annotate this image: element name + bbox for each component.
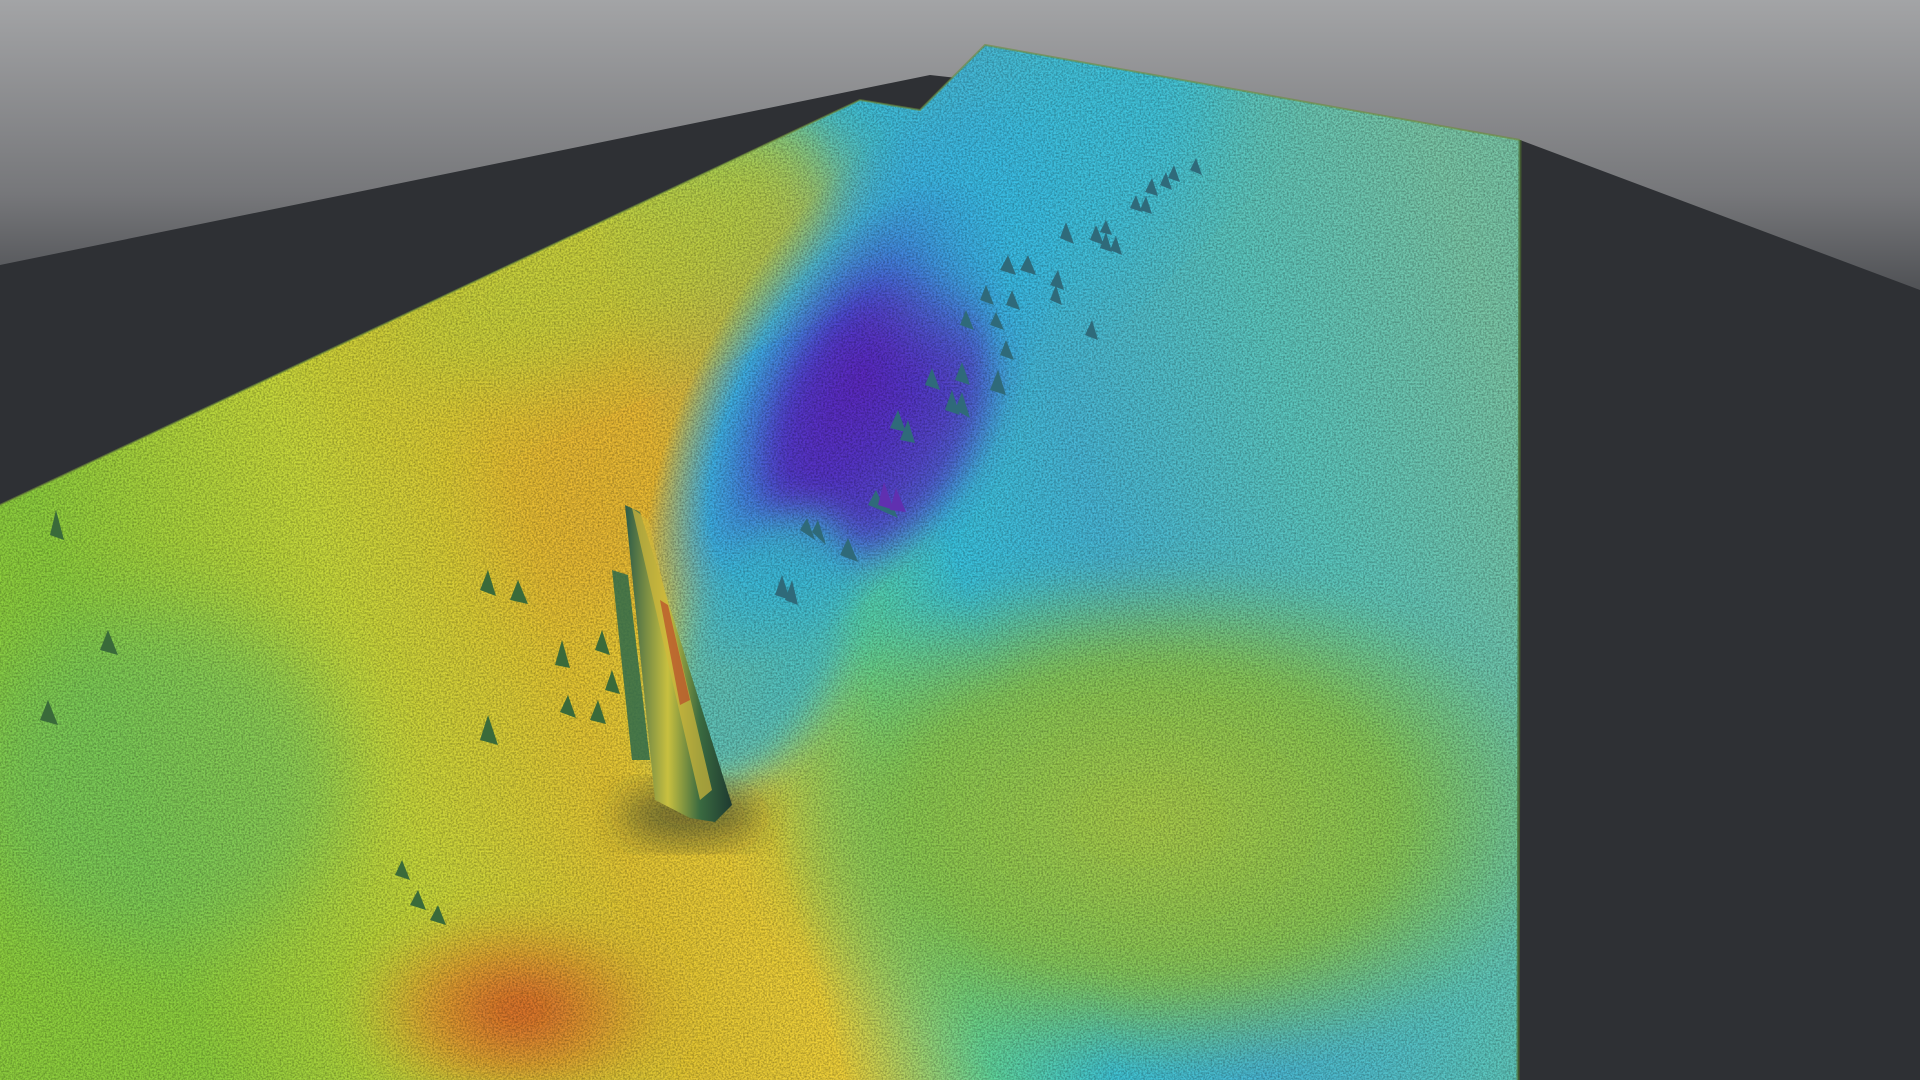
- terrain-render: [0, 0, 1920, 1080]
- render-viewport[interactable]: [0, 0, 1920, 1080]
- slab-edge-right: [1516, 139, 1522, 1080]
